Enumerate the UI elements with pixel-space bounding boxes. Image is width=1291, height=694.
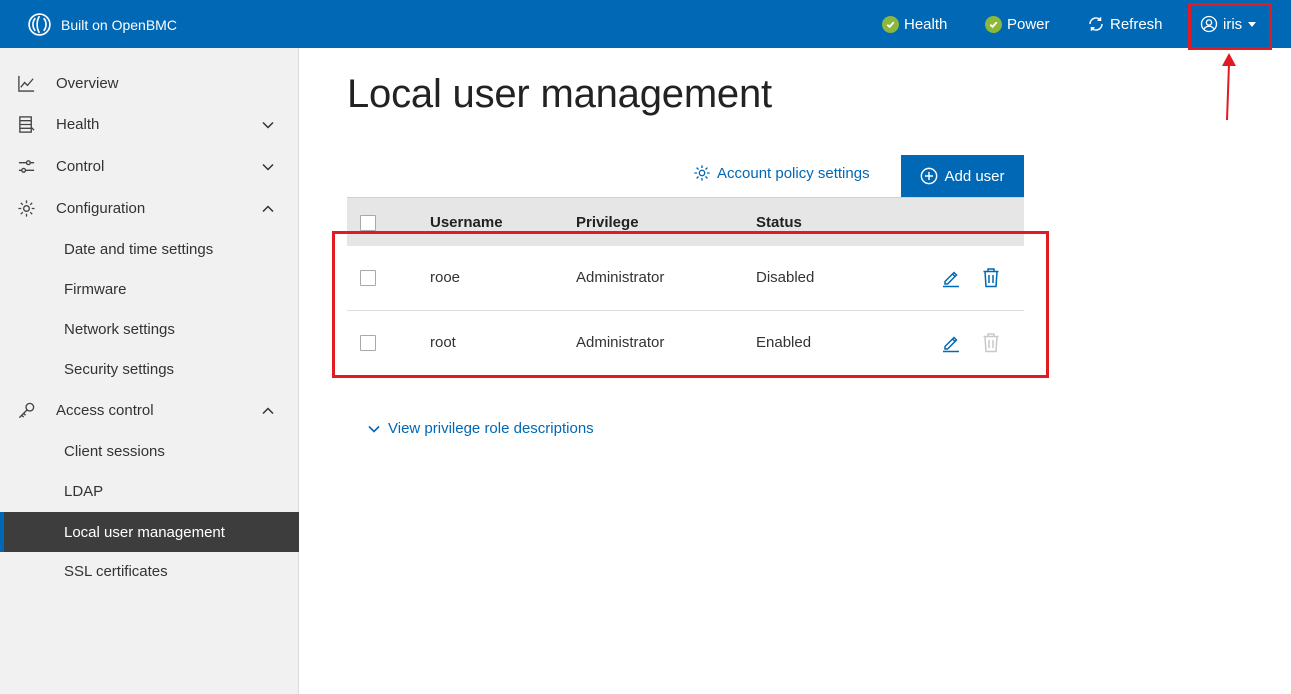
sidebar-subitem-label: Security settings [64, 360, 175, 378]
sidebar-subitem-label: Network settings [64, 320, 175, 338]
check-circle-icon [985, 15, 1002, 33]
sidebar-item-label: Health [56, 115, 100, 133]
sidebar-item-health[interactable]: Health [0, 104, 299, 144]
sidebar-subitem-security[interactable]: Security settings [0, 349, 299, 389]
sidebar-item-label: Configuration [56, 199, 146, 217]
top-header: Built on OpenBMC Health Power Refresh ir… [0, 0, 1291, 48]
gear-icon [18, 200, 35, 217]
add-user-label: Add user [944, 167, 1005, 185]
account-policy-settings-link[interactable]: Account policy settings [693, 164, 870, 182]
sidebar-subitem-label: SSL certificates [64, 562, 168, 580]
chevron-down-icon [262, 163, 274, 171]
sidebar-subitem-label: Local user management [64, 523, 225, 541]
sidebar-item-control[interactable]: Control [0, 146, 299, 186]
sidebar-item-overview[interactable]: Overview [0, 63, 299, 103]
account-policy-label: Account policy settings [717, 164, 870, 182]
chevron-up-icon [262, 205, 274, 213]
sidebar-item-label: Overview [56, 74, 119, 92]
page-title: Local user management [347, 72, 772, 116]
chart-line-icon [18, 75, 35, 92]
sidebar-subitem-client-sessions[interactable]: Client sessions [0, 431, 299, 471]
brand[interactable]: Built on OpenBMC [27, 12, 177, 37]
column-header-status[interactable]: Status [756, 214, 802, 231]
brand-label: Built on OpenBMC [61, 16, 177, 33]
sidebar-subitem-label: Client sessions [64, 442, 165, 460]
power-status-button[interactable]: Power [985, 12, 1050, 36]
gear-icon [694, 165, 710, 181]
sidebar-subitem-local-users[interactable]: Local user management [0, 512, 299, 552]
column-header-username[interactable]: Username [430, 214, 503, 231]
sidebar-item-access-control[interactable]: Access control [0, 390, 299, 430]
sliders-icon [18, 160, 35, 173]
sidebar-subitem-ssl-certificates[interactable]: SSL certificates [0, 551, 299, 591]
sidebar-subitem-firmware[interactable]: Firmware [0, 269, 299, 309]
refresh-icon [1089, 17, 1103, 31]
annotation-highlight-user-rows [332, 231, 1049, 378]
annotation-arrow-icon [1222, 53, 1236, 121]
power-label: Power [1007, 15, 1050, 33]
view-privilege-descriptions-toggle[interactable]: View privilege role descriptions [367, 420, 594, 437]
sidebar-subitem-network[interactable]: Network settings [0, 309, 299, 349]
sidebar-item-configuration[interactable]: Configuration [0, 188, 299, 228]
chevron-down-icon [262, 121, 274, 129]
sidebar-nav: Overview Health Control Configuration Da… [0, 48, 299, 694]
sidebar-subitem-date-time[interactable]: Date and time settings [0, 229, 299, 269]
select-all-checkbox[interactable] [360, 215, 376, 231]
add-circle-icon [921, 167, 938, 185]
refresh-button[interactable]: Refresh [1087, 12, 1163, 36]
sidebar-item-label: Access control [56, 401, 154, 419]
server-list-icon [19, 116, 35, 133]
key-icon [18, 402, 35, 419]
health-status-button[interactable]: Health [882, 12, 947, 36]
column-header-privilege[interactable]: Privilege [576, 214, 639, 231]
sidebar-item-label: Control [56, 157, 105, 175]
health-label: Health [904, 15, 948, 33]
refresh-label: Refresh [1110, 15, 1163, 33]
chevron-down-icon [368, 425, 380, 433]
sidebar-subitem-ldap[interactable]: LDAP [0, 471, 299, 511]
chevron-up-icon [262, 407, 274, 415]
check-circle-icon [882, 15, 899, 33]
sidebar-subitem-label: Date and time settings [64, 240, 214, 258]
sidebar-subitem-label: LDAP [64, 482, 104, 500]
privilege-toggle-label: View privilege role descriptions [388, 420, 594, 437]
add-user-button[interactable]: Add user [901, 155, 1024, 197]
sidebar-subitem-label: Firmware [64, 280, 127, 298]
openbmc-logo-icon [28, 13, 51, 36]
annotation-highlight-user-menu [1188, 3, 1272, 50]
